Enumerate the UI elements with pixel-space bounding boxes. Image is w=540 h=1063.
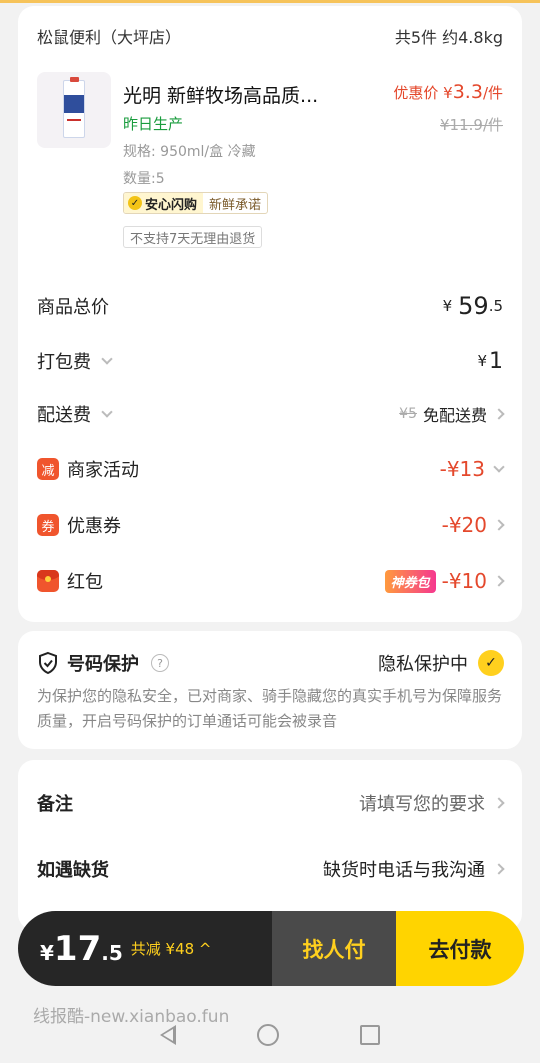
stockout-value: 缺货时电话与我沟通 — [323, 860, 485, 881]
check-icon: ✓ — [128, 196, 142, 210]
packing-fee-row[interactable]: 打包费 ¥1 — [37, 346, 503, 376]
store-row: 松鼠便利（大坪店） 共5件 约4.8kg — [37, 24, 503, 48]
product-name[interactable]: 光明 新鲜牧场高品质... — [123, 81, 318, 108]
total-amount: ¥17.5 — [40, 928, 123, 969]
freshness-tag: 昨日生产 — [123, 115, 184, 133]
chevron-right-icon — [493, 408, 505, 420]
privacy-check-icon[interactable]: ✓ — [478, 650, 504, 676]
red-packet-value: -¥10 — [441, 569, 487, 593]
red-packet-label: 红包 — [67, 572, 103, 593]
discount-price: 优惠价 ¥3.3/件 — [393, 81, 503, 103]
reduce-icon: 减 — [37, 458, 59, 480]
promise-badge[interactable]: ✓ 安心闪购 新鲜承诺 — [123, 192, 269, 214]
promise-a-label: 安心闪购 — [145, 197, 198, 213]
remark-label: 备注 — [37, 794, 73, 815]
back-icon[interactable] — [160, 1024, 177, 1045]
store-name[interactable]: 松鼠便利（大坪店） — [37, 24, 181, 48]
stockout-row[interactable]: 如遇缺货 缺货时电话与我沟通 — [37, 856, 505, 882]
friend-pay-button[interactable]: 找人付 — [272, 911, 396, 986]
chevron-right-icon — [493, 863, 505, 875]
red-packet-icon — [37, 570, 59, 592]
chevron-right-icon — [493, 575, 505, 587]
packing-fee-label: 打包费 — [37, 352, 91, 373]
notes-card — [18, 760, 522, 930]
red-packet-row[interactable]: 红包 神券包 -¥10 — [37, 566, 505, 596]
pay-button[interactable]: 去付款 — [396, 911, 524, 986]
coupon-row[interactable]: 券优惠券 -¥20 — [37, 510, 505, 540]
promise-b-label: 新鲜承诺 — [209, 197, 262, 213]
chevron-down-icon — [101, 353, 113, 365]
merchant-activity-value: -¥13 — [439, 457, 485, 481]
order-summary: 共5件 约4.8kg — [394, 28, 503, 47]
product-image[interactable] — [37, 72, 111, 148]
help-icon[interactable]: ? — [151, 654, 169, 672]
chevron-down-icon — [493, 461, 505, 473]
top-accent-strip — [0, 0, 540, 3]
goods-total-label: 商品总价 — [37, 297, 109, 318]
original-price: ¥11.9/件 — [440, 116, 503, 134]
goods-total-value: ¥59.5 — [442, 292, 503, 320]
chevron-right-icon — [493, 797, 505, 809]
coupon-value: -¥20 — [441, 513, 487, 537]
remark-row[interactable]: 备注 请填写您的要求 — [37, 790, 505, 816]
shield-icon — [39, 651, 57, 675]
product-spec: 规格: 950ml/盒 冷藏 — [123, 144, 256, 160]
delivery-original-fee: ¥5 — [399, 406, 417, 422]
remark-placeholder: 请填写您的要求 — [359, 794, 485, 815]
goods-total-row: 商品总价 ¥59.5 — [37, 291, 503, 321]
stockout-label: 如遇缺货 — [37, 860, 109, 881]
merchant-activity-label: 商家活动 — [67, 460, 139, 481]
milk-carton-icon — [63, 77, 85, 138]
merchant-activity-row[interactable]: 减商家活动 -¥13 — [37, 454, 505, 484]
privacy-status[interactable]: 隐私保护中 ✓ — [378, 650, 504, 676]
coupon-label: 优惠券 — [67, 516, 121, 537]
product-quantity: 数量:5 — [123, 171, 165, 187]
total-summary[interactable]: ¥17.5 共减 ¥48 ^ — [18, 911, 272, 986]
coupon-pack-badge: 神券包 — [384, 569, 436, 593]
home-icon[interactable] — [256, 1023, 279, 1046]
delivery-fee-label: 配送费 — [37, 405, 91, 426]
recent-apps-icon[interactable] — [359, 1024, 380, 1045]
privacy-title-row: 号码保护 ? — [37, 650, 169, 676]
privacy-status-label: 隐私保护中 — [378, 654, 468, 675]
delivery-fee-row[interactable]: 配送费 ¥5 免配送费 — [37, 399, 505, 429]
delivery-fee-value: 免配送费 — [422, 406, 487, 425]
pay-bar: ¥17.5 共减 ¥48 ^ 找人付 去付款 — [18, 911, 524, 986]
return-policy-tag: 不支持7天无理由退货 — [123, 226, 263, 248]
privacy-title: 号码保护 — [67, 654, 139, 675]
chevron-down-icon — [101, 406, 113, 418]
total-discount[interactable]: 共减 ¥48 ^ — [131, 938, 212, 959]
order-card: 松鼠便利（大坪店） 共5件 约4.8kg 光明 新鲜牧场高品质... 昨日生产 … — [18, 6, 522, 622]
packing-fee-value: ¥1 — [477, 348, 503, 374]
chevron-right-icon — [493, 519, 505, 531]
privacy-description: 为保护您的隐私安全，已对商家、骑手隐藏您的真实手机号为保障服务质量，开启号码保护… — [37, 687, 503, 730]
system-nav-bar — [0, 1006, 540, 1063]
coupon-icon: 券 — [37, 514, 59, 536]
